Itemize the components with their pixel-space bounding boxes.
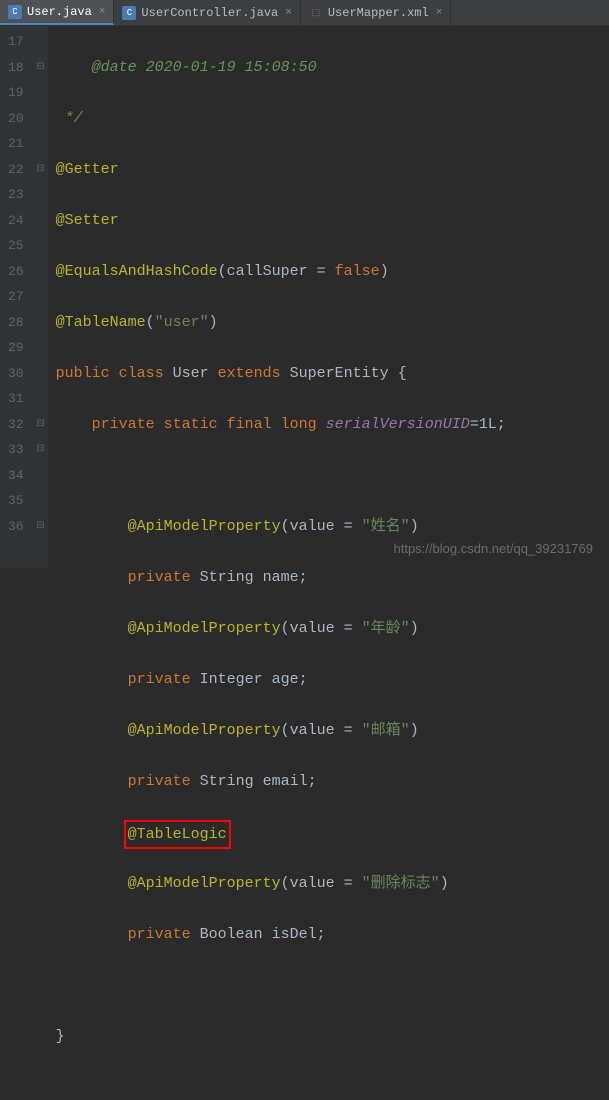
fold-icon[interactable]: ⊟ [34, 412, 48, 438]
fold-icon[interactable]: ⊟ [34, 157, 48, 183]
fold-icon[interactable]: ⊟ [34, 55, 48, 81]
tab-label: User.java [27, 5, 92, 19]
fold-icon[interactable]: ⊟ [34, 437, 48, 463]
close-icon[interactable]: × [99, 6, 106, 18]
watermark-text: https://blog.csdn.net/qq_39231769 [394, 541, 594, 556]
code-editor[interactable]: 1718192021222324252627282930313233343536… [0, 26, 609, 568]
highlighted-line: @TableLogic [56, 820, 506, 846]
tab-usermapper-xml[interactable]: ⬚ UserMapper.xml × [301, 0, 451, 25]
java-class-icon: C [8, 5, 22, 19]
fold-icon[interactable]: ⊟ [34, 514, 48, 540]
xml-file-icon: ⬚ [309, 6, 323, 20]
editor-tabs: C User.java × C UserController.java × ⬚ … [0, 0, 609, 26]
java-class-icon: C [122, 6, 136, 20]
close-icon[interactable]: × [436, 7, 443, 19]
tab-user-java[interactable]: C User.java × [0, 0, 114, 25]
tab-usercontroller-java[interactable]: C UserController.java × [114, 0, 300, 25]
code-area[interactable]: @date 2020-01-19 15:08:50 */ @Getter @Se… [48, 26, 506, 568]
line-number-gutter: 1718192021222324252627282930313233343536 [0, 26, 34, 568]
fold-gutter: ⊟⊟⊟⊟⊟ [34, 26, 48, 568]
tab-label: UserController.java [141, 6, 278, 20]
close-icon[interactable]: × [285, 7, 292, 19]
tab-label: UserMapper.xml [328, 6, 429, 20]
